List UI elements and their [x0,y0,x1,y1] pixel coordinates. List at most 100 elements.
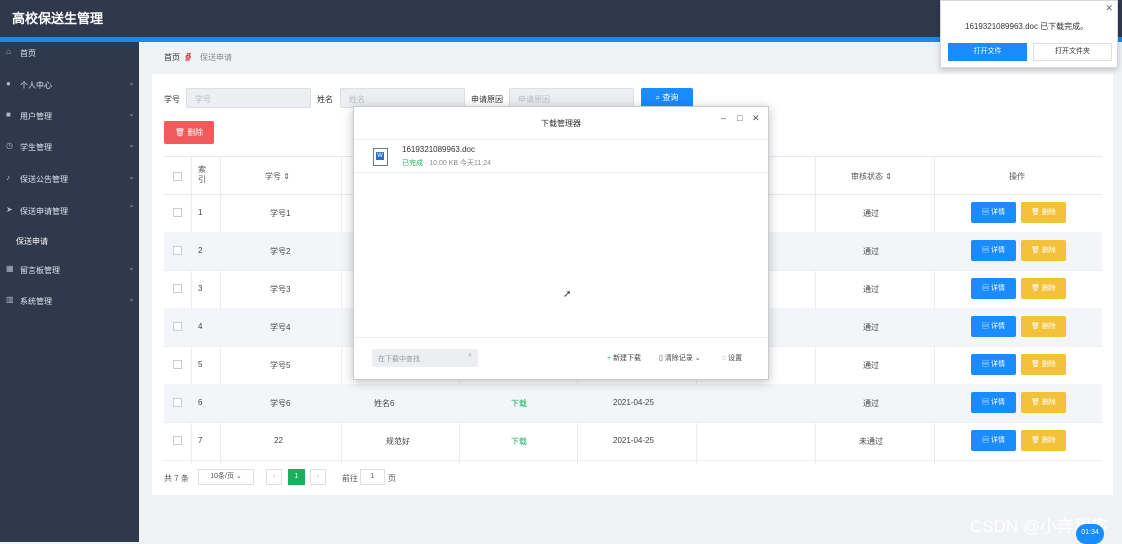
sidebar-item-announcement-management[interactable]: ♪ 保送公告管理 ⌄ [0,170,139,188]
chevron-down-icon: ⌄ [128,140,135,149]
delete-button[interactable]: 🗑 删除 [1021,354,1066,375]
cell-name: 姓名6 [374,399,395,408]
page-number-current[interactable]: 1 [288,469,305,485]
minimize-icon[interactable]: – [721,113,726,123]
grid-icon: ▦ [6,264,14,273]
delete-button[interactable]: 🗑 删除 [1021,202,1066,223]
new-download-button[interactable]: + 新建下载 [607,353,641,363]
cell-status: 通过 [863,209,879,218]
cell-status: 通过 [863,361,879,370]
next-page-button[interactable]: › [310,469,326,485]
sidebar: ⌂ 首页 ● 个人中心 ⌄ ■ 用户管理 ⌄ ◷ 学生管理 ⌄ ♪ 保送公告管理… [0,42,139,542]
download-size: 10.00 KB [429,160,459,167]
row-checkbox[interactable] [173,246,182,255]
trash-icon: 🗑 [174,128,185,137]
breadcrumb-separator-icon: ∯ [185,52,192,61]
close-icon[interactable]: ✕ [752,113,760,124]
cell-download-link[interactable]: 下载 [511,436,527,447]
cell-download-link[interactable]: 下载 [511,398,527,409]
download-status: 已完成 [402,160,423,167]
pagination-total: 共 7 条 [164,474,189,483]
delete-button[interactable]: 🗑 删除 [1021,430,1066,451]
header-status[interactable]: 审核状态 ⇕ [851,171,892,182]
detail-button[interactable]: ▤ 详情 [971,278,1016,299]
cell-name: 规范好 [386,437,410,446]
chevron-down-icon: ⌄ [128,109,135,118]
header-student-id[interactable]: 学号 ⇕ [265,171,290,182]
detail-button[interactable]: ▤ 详情 [971,430,1016,451]
home-icon: ⌂ [6,47,11,56]
delete-button[interactable]: 🗑 删除 [1021,278,1066,299]
row-checkbox[interactable] [173,284,182,293]
app-title: 高校保送生管理 [12,11,104,26]
detail-button[interactable]: ▤ 详情 [971,316,1016,337]
sidebar-item-student-management[interactable]: ◷ 学生管理 ⌄ [0,138,139,156]
cell-student-id: 学号3 [270,285,291,294]
download-manager-title: 下载管理器 [541,119,581,128]
chevron-down-icon: ⌄ [128,263,135,272]
settings-button[interactable]: ◌ 设置 [722,353,742,363]
sidebar-item-user-management[interactable]: ■ 用户管理 ⌄ [0,107,139,125]
sidebar-item-personal-center[interactable]: ● 个人中心 ⌄ [0,76,139,94]
sidebar-item-message-board[interactable]: ▦ 留言板管理 ⌄ [0,261,139,279]
breadcrumb-home[interactable]: 首页 [164,52,180,63]
row-checkbox[interactable] [173,360,182,369]
chart-icon: ▥ [6,295,14,304]
sidebar-item-label: 首页 [20,49,36,58]
batch-delete-button[interactable]: 🗑 删除 [164,121,214,144]
name-input[interactable]: 姓名 [340,88,465,108]
reason-label: 申请原因 [471,95,503,104]
sidebar-item-label: 系统管理 [20,297,52,306]
chevron-up-icon: ⌃ [128,204,135,213]
gear-icon: ◌ [722,355,727,362]
divider [354,337,768,338]
row-checkbox[interactable] [173,208,182,217]
query-button[interactable]: ⌕ 查询 [641,88,693,108]
row-checkbox[interactable] [173,398,182,407]
breadcrumb-current: 保送申请 [200,53,232,62]
cell-student-id: 学号6 [270,399,291,408]
row-checkbox[interactable] [173,322,182,331]
sidebar-item-label: 用户管理 [20,112,52,121]
student-id-input[interactable]: 学号 [186,88,311,108]
sidebar-subitem-application[interactable]: 保送申请 [16,236,48,247]
reason-input[interactable]: 申请原因 [509,88,634,108]
sidebar-item-label: 学生管理 [20,143,52,152]
header-index: 索引 [198,165,206,184]
cell-status: 通过 [863,247,879,256]
open-folder-button[interactable]: 打开文件夹 [1033,43,1112,61]
goto-page-input[interactable]: 1 [360,469,385,485]
select-all-checkbox[interactable] [173,172,182,181]
close-icon[interactable]: ✕ [1105,3,1113,14]
download-file-name[interactable]: 1619321089963.doc [402,145,475,154]
cell-status: 通过 [863,399,879,408]
sidebar-item-application-management[interactable]: ➤ 保送申请管理 ⌃ [0,202,139,220]
maximize-icon[interactable]: □ [737,113,742,123]
detail-button[interactable]: ▤ 详情 [971,392,1016,413]
detail-button[interactable]: ▤ 详情 [971,240,1016,261]
delete-button[interactable]: 🗑 删除 [1021,392,1066,413]
delete-button[interactable]: 🗑 删除 [1021,316,1066,337]
search-icon: ⌕ [655,93,661,102]
detail-button[interactable]: ▤ 详情 [971,202,1016,223]
prev-page-button[interactable]: ‹ [266,469,282,485]
download-search-input[interactable]: 在下载中查找 ⌕ [372,349,478,367]
users-icon: ■ [6,110,11,119]
open-file-button[interactable]: 打开文件 [948,43,1027,61]
sidebar-item-label: 保送申请管理 [20,207,68,216]
query-button-label: 查询 [662,93,679,102]
delete-button[interactable]: 🗑 删除 [1021,240,1066,261]
row-checkbox[interactable] [173,436,182,445]
cell-index: 2 [198,246,203,255]
detail-button[interactable]: ▤ 详情 [971,354,1016,375]
cell-student-id: 22 [274,436,283,445]
sidebar-item-home[interactable]: ⌂ 首页 [0,44,139,62]
divider [354,139,768,140]
cell-status: 通过 [863,323,879,332]
clear-records-button[interactable]: ▯ 清除记录 ⌄ [659,353,701,363]
cell-index: 3 [198,284,203,293]
page-size-select[interactable]: 10条/页 ⌄ [198,469,254,485]
sidebar-item-system-management[interactable]: ▥ 系统管理 ⌄ [0,292,139,310]
cell-index: 6 [198,398,203,407]
header-actions: 操作 [1009,172,1025,181]
